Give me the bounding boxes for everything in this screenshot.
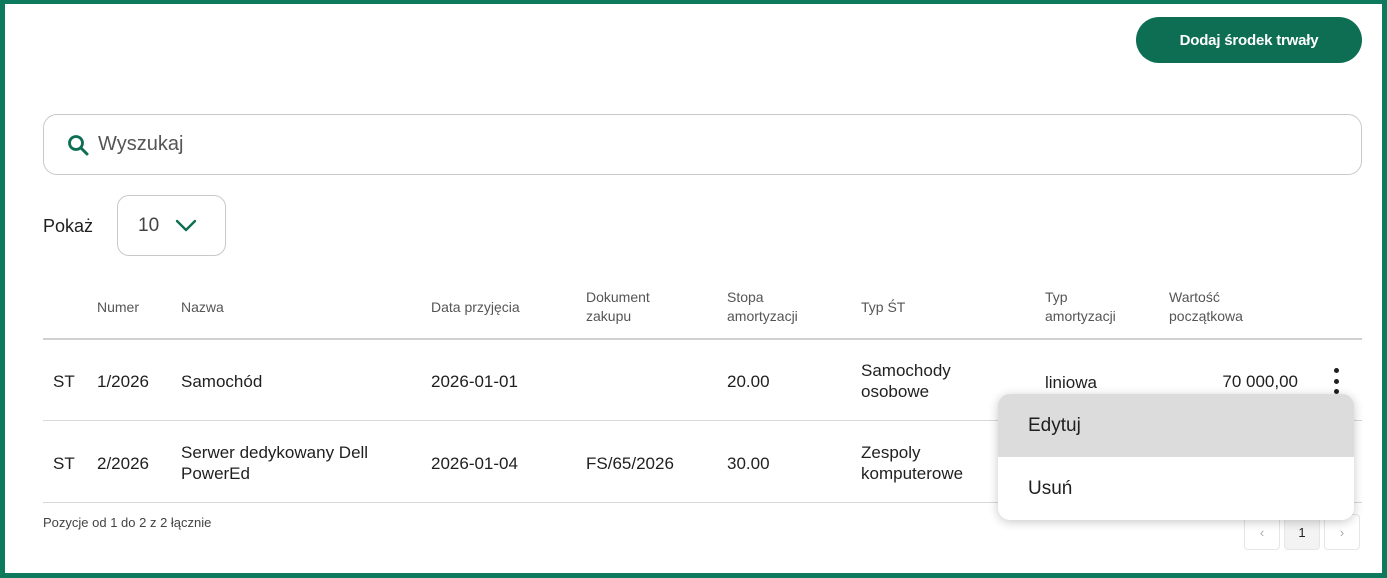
search-box[interactable] [43, 114, 1362, 175]
cell-stopa: 20.00 [727, 372, 770, 391]
col-header-wartosc[interactable]: Wartość początkowa [1169, 288, 1243, 326]
col-header-nazwa[interactable]: Nazwa [181, 298, 224, 317]
col-header-wartosc-line1: Wartość [1169, 289, 1220, 305]
col-header-stopa-line2: amortyzacji [727, 308, 798, 324]
cell-stopa: 30.00 [727, 454, 770, 473]
col-header-wartosc-line2: początkowa [1169, 308, 1243, 324]
col-header-stopa-line1: Stopa [727, 289, 764, 305]
cell-prefix: ST [53, 372, 75, 391]
col-header-numer[interactable]: Numer [97, 298, 139, 317]
cell-typ-st-line2: komputerowe [861, 464, 964, 483]
cell-dokument: FS/65/2026 [586, 454, 674, 473]
col-header-dokument-line1: Dokument [586, 289, 650, 305]
page-size-select[interactable]: 10 [117, 195, 226, 256]
cell-wartosc: 70 000,00 [1222, 372, 1298, 391]
cell-nazwa: Samochód [181, 372, 263, 391]
cell-typ-st: Zespoly komputerowe [861, 442, 963, 484]
cell-nazwa-line1: Serwer dedykowany Dell [181, 443, 369, 462]
more-vertical-icon[interactable] [1330, 368, 1342, 394]
menu-item-edit[interactable]: Edytuj [998, 394, 1354, 457]
search-icon [68, 134, 89, 155]
page-size-value: 10 [138, 214, 160, 236]
col-header-dokument[interactable]: Dokument zakupu [586, 288, 650, 326]
cell-typ-st-line1: Zespoly [861, 443, 921, 462]
search-input[interactable] [98, 133, 1298, 156]
col-header-stopa[interactable]: Stopa amortyzacji [727, 288, 798, 326]
pagination-summary: Pozycje od 1 do 2 z 2 łącznie [43, 515, 212, 530]
row-context-menu: Edytuj Usuń [998, 394, 1354, 520]
cell-nazwa: Serwer dedykowany Dell PowerEd [181, 442, 368, 484]
col-header-typ-am-line1: Typ [1045, 289, 1068, 305]
cell-data: 2026-01-01 [431, 372, 518, 391]
cell-numer: 1/2026 [97, 372, 149, 391]
chevron-down-icon [175, 219, 197, 231]
cell-typ-st: Samochody osobowe [861, 360, 951, 402]
menu-item-delete[interactable]: Usuń [998, 457, 1354, 520]
cell-typ-st-line2: osobowe [861, 382, 930, 401]
col-header-typ-am-line2: amortyzacji [1045, 308, 1116, 324]
cell-prefix: ST [53, 454, 75, 473]
cell-typ-amortyzacji: liniowa [1045, 373, 1097, 392]
col-header-data[interactable]: Data przyjęcia [431, 298, 520, 317]
page-size-label: Pokaż [43, 216, 94, 236]
col-header-typ-amortyzacji[interactable]: Typ amortyzacji [1045, 288, 1116, 326]
col-header-typ-st[interactable]: Typ ŚT [861, 298, 905, 317]
cell-typ-st-line1: Samochody [861, 361, 951, 380]
col-header-dokument-line2: zakupu [586, 308, 632, 324]
table-header-divider [43, 338, 1362, 340]
cell-nazwa-line2: PowerEd [181, 464, 250, 483]
cell-data: 2026-01-04 [431, 454, 518, 473]
cell-numer: 2/2026 [97, 454, 149, 473]
add-fixed-asset-button[interactable]: Dodaj środek trwały [1136, 17, 1362, 63]
